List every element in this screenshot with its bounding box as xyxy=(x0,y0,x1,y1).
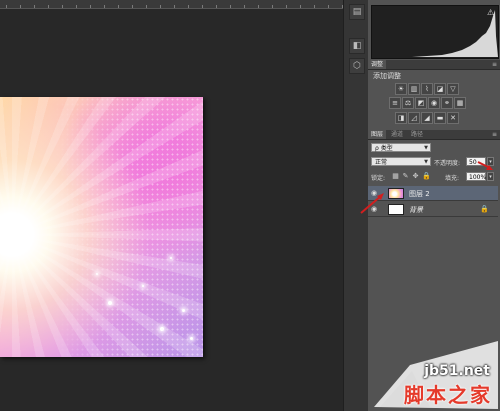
lock-all-icon[interactable]: 🔒 xyxy=(422,173,431,180)
ruler-tick xyxy=(328,5,329,8)
ruler-tick xyxy=(76,5,77,8)
fill-slider-toggle[interactable]: ▾ xyxy=(487,172,494,181)
layer-row[interactable]: ◉ 背景 🔒 xyxy=(368,202,498,217)
chevron-down-icon: ▼ xyxy=(424,159,428,165)
blend-mode-value: 正常 xyxy=(375,159,388,166)
photo-filter-icon[interactable]: ◉ xyxy=(428,97,440,109)
horizontal-ruler[interactable] xyxy=(0,0,343,9)
threshold-icon[interactable]: ◢ xyxy=(421,112,433,124)
sparkle xyxy=(96,273,98,275)
brightness-icon[interactable]: ☀ xyxy=(395,83,407,95)
tab-channels[interactable]: 通道 xyxy=(388,130,406,139)
ruler-tick xyxy=(160,5,161,8)
layer-row[interactable]: ◉ 图层 2 xyxy=(368,186,498,201)
eye-icon[interactable]: ◉ xyxy=(371,206,379,213)
ruler-tick xyxy=(20,5,21,8)
sparkle xyxy=(170,257,172,259)
channel-mixer-icon[interactable]: ⚭ xyxy=(441,97,453,109)
ruler-tick xyxy=(314,5,315,8)
panel-menu-icon[interactable]: ≡ xyxy=(492,130,497,139)
sparkle xyxy=(190,337,193,340)
layer-name[interactable]: 图层 2 xyxy=(409,189,430,199)
sparkle xyxy=(142,285,144,287)
exposure-icon[interactable]: ◪ xyxy=(434,83,446,95)
mask-icon[interactable]: ◧ xyxy=(349,38,365,54)
layer-thumbnail[interactable] xyxy=(388,204,404,215)
ruler-tick xyxy=(104,5,105,8)
ruler-tick xyxy=(216,5,217,8)
color-lookup-icon[interactable]: ▦ xyxy=(454,97,466,109)
sparkle xyxy=(182,309,185,312)
adjustments-tabbar: 调整 ≡ xyxy=(368,60,500,70)
vibrance-triangle-icon[interactable]: ▽ xyxy=(447,83,459,95)
tab-layers[interactable]: 图层 xyxy=(368,130,387,139)
eye-icon[interactable]: ◉ xyxy=(371,190,379,197)
ruler-tick xyxy=(6,5,7,8)
color-balance-icon[interactable]: ⚖ xyxy=(402,97,414,109)
ruler-tick xyxy=(62,5,63,8)
histogram-panel: ⚠ xyxy=(371,5,499,59)
layer-filter-dropdown[interactable]: ρ 类型 ▼ xyxy=(371,143,431,152)
fill-input[interactable]: 100% xyxy=(466,172,486,181)
curves-icon[interactable]: ⌇ xyxy=(421,83,433,95)
ruler-tick xyxy=(174,5,175,8)
levels-icon[interactable]: ▥ xyxy=(408,83,420,95)
ruler-tick xyxy=(34,5,35,8)
lock-paint-icon[interactable]: ✎ xyxy=(402,173,409,180)
hue-saturation-icon[interactable]: ≡ xyxy=(389,97,401,109)
canvas-area[interactable] xyxy=(0,9,343,411)
warning-icon[interactable]: ⚠ xyxy=(487,9,495,17)
ruler-tick xyxy=(244,5,245,8)
chevron-down-icon: ▼ xyxy=(424,145,428,151)
document-image[interactable] xyxy=(0,97,203,357)
posterize-icon[interactable]: ◿ xyxy=(408,112,420,124)
opacity-input[interactable]: 50 xyxy=(466,157,486,166)
adjustments-title: 添加调整 xyxy=(373,72,401,80)
opacity-label: 不透明度: xyxy=(434,160,461,167)
ruler-tick xyxy=(258,5,259,8)
watermark-name: 脚本之家 xyxy=(404,383,492,407)
tab-adjustments[interactable]: 调整 xyxy=(368,60,387,69)
layer-lock-icon: 🔒 xyxy=(480,205,489,213)
watermark: jb51.net 脚本之家 xyxy=(370,341,498,409)
invert-icon[interactable]: ◨ xyxy=(395,112,407,124)
panel-menu-icon[interactable]: ≡ xyxy=(492,60,497,69)
gradient-map-icon[interactable]: ▬ xyxy=(434,112,446,124)
ruler-tick xyxy=(272,5,273,8)
ruler-tick xyxy=(48,5,49,8)
ruler-tick xyxy=(90,5,91,8)
ruler-tick xyxy=(300,5,301,8)
right-panels: ⚠ 调整 ≡ 添加调整 ☀ ▥ ⌇ ◪ ▽ ≡ ⚖ ◩ ◉ ⚭ ▦ ◨ ◿ ◢ … xyxy=(368,0,500,411)
tab-paths[interactable]: 路径 xyxy=(408,130,426,139)
watermark-site: jb51.net xyxy=(424,363,490,379)
opacity-slider-toggle[interactable]: ▾ xyxy=(487,157,494,166)
lock-transparent-icon[interactable]: ▦ xyxy=(392,173,399,180)
ruler-tick xyxy=(202,5,203,8)
lock-position-icon[interactable]: ✥ xyxy=(412,173,419,180)
histogram-graph xyxy=(372,10,498,57)
ruler-tick xyxy=(188,5,189,8)
ruler-tick xyxy=(286,5,287,8)
ruler-tick xyxy=(230,5,231,8)
ruler-tick xyxy=(118,5,119,8)
black-white-icon[interactable]: ◩ xyxy=(415,97,427,109)
selective-color-icon[interactable]: ✕ xyxy=(447,112,459,124)
fill-label: 填充: xyxy=(445,175,460,182)
sparkle xyxy=(108,301,112,305)
filter-label: ρ 类型 xyxy=(375,145,393,152)
ruler-tick xyxy=(146,5,147,8)
lock-label: 锁定: xyxy=(371,175,386,182)
layers-tabbar: 图层 通道 路径 ≡ xyxy=(368,130,500,140)
panel-icon-strip: ▤ ◧ ⬡ xyxy=(343,0,369,411)
sparkle xyxy=(160,327,164,331)
ruler-tick xyxy=(132,5,133,8)
layer-name[interactable]: 背景 xyxy=(409,205,423,215)
cube-icon[interactable]: ⬡ xyxy=(349,58,365,74)
blend-mode-dropdown[interactable]: 正常 ▼ xyxy=(371,157,431,166)
halftone-dots xyxy=(0,97,203,357)
layers-stack-icon[interactable]: ▤ xyxy=(349,4,365,20)
layer-thumbnail[interactable] xyxy=(388,188,404,199)
